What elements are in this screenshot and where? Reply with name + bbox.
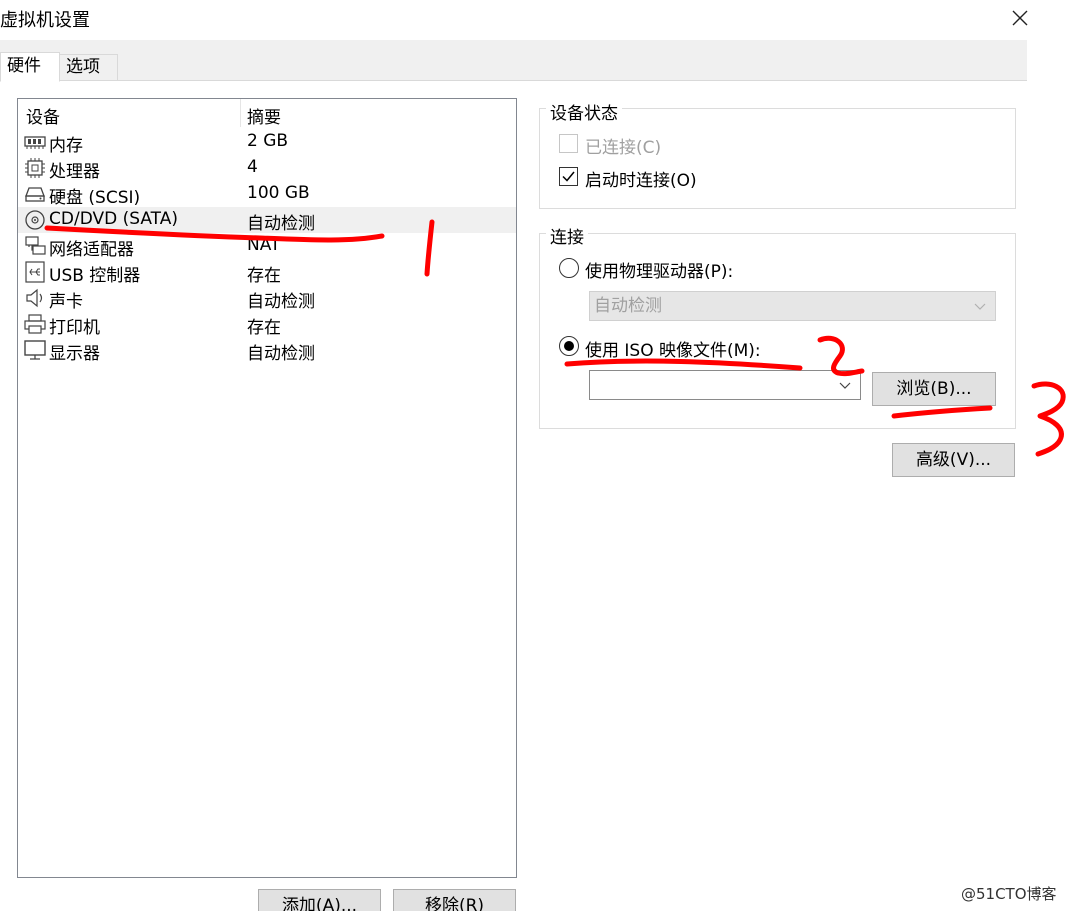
device-status-title: 设备状态	[546, 99, 622, 124]
device-summary: 自动检测	[247, 292, 315, 312]
device-row-cd-dvd[interactable]: CD/DVD (SATA) 自动检测	[18, 207, 516, 234]
device-row-display[interactable]: 显示器 自动检测	[18, 337, 516, 364]
cd-dvd-icon	[23, 209, 47, 231]
checkmark-icon	[562, 171, 575, 182]
chevron-down-icon[interactable]	[838, 371, 852, 399]
network-adapter-icon	[23, 235, 47, 257]
device-summary: 存在	[247, 266, 281, 286]
device-name: 打印机	[49, 318, 100, 338]
close-button[interactable]	[1006, 4, 1034, 32]
device-name: USB 控制器	[49, 266, 141, 286]
device-row-usb-controller[interactable]: USB 控制器 存在	[18, 259, 516, 286]
use-iso-image-radio[interactable]	[559, 336, 579, 356]
device-list-header: 设备 摘要	[18, 99, 516, 128]
device-summary: 自动检测	[247, 344, 315, 364]
printer-icon	[23, 313, 47, 335]
processor-icon	[23, 157, 47, 179]
close-icon	[1012, 10, 1028, 26]
window-title: 虚拟机设置	[0, 10, 90, 31]
usb-icon	[23, 261, 47, 283]
advanced-button[interactable]: 高级(V)...	[892, 443, 1015, 477]
use-physical-drive-radio[interactable]	[559, 258, 579, 278]
use-iso-image-label: 使用 ISO 映像文件(M):	[585, 341, 761, 361]
physical-drive-select[interactable]: 自动检测	[589, 291, 996, 321]
device-summary: 100 GB	[247, 183, 310, 203]
device-name: 显示器	[49, 344, 100, 364]
add-device-button[interactable]: 添加(A)...	[258, 889, 381, 911]
hard-disk-icon	[23, 183, 47, 205]
device-summary: 存在	[247, 318, 281, 338]
annotation-digit-3	[1031, 381, 1066, 457]
monitor-icon	[23, 339, 47, 361]
radio-dot	[564, 341, 574, 351]
connect-at-startup-checkbox[interactable]	[559, 167, 578, 186]
device-name: 网络适配器	[49, 240, 134, 260]
device-row-network-adapter[interactable]: 网络适配器 NAT	[18, 233, 516, 260]
iso-path-combobox[interactable]	[589, 370, 861, 400]
physical-drive-value: 自动检测	[594, 296, 662, 316]
device-name: 内存	[49, 136, 83, 156]
device-summary: 自动检测	[247, 214, 315, 234]
remove-device-button[interactable]: 移除(R)	[393, 889, 516, 911]
column-header-summary[interactable]: 摘要	[247, 103, 281, 128]
column-divider[interactable]	[240, 99, 241, 127]
column-header-device[interactable]: 设备	[26, 103, 60, 128]
connect-at-startup-label: 启动时连接(O)	[585, 171, 697, 191]
device-name: 处理器	[49, 162, 100, 182]
connected-checkbox[interactable]	[559, 134, 578, 153]
memory-icon	[23, 131, 47, 153]
device-row-sound-card[interactable]: 声卡 自动检测	[18, 285, 516, 312]
browse-button[interactable]: 浏览(B)...	[872, 372, 996, 406]
device-name: 声卡	[49, 292, 83, 312]
device-summary: 4	[247, 157, 258, 177]
use-physical-drive-label: 使用物理驱动器(P):	[585, 262, 734, 282]
speaker-icon	[23, 287, 47, 309]
tab-options[interactable]: 选项	[60, 54, 118, 81]
device-name: CD/DVD (SATA)	[49, 209, 178, 229]
device-list[interactable]: 设备 摘要 内存 2 GB 处理器 4 硬盘 (SCSI) 100 GB CD/…	[17, 98, 517, 878]
connected-label: 已连接(C)	[585, 138, 662, 158]
tab-bar: 硬件 选项	[0, 40, 1027, 82]
chevron-down-icon	[974, 303, 986, 310]
device-row-processor[interactable]: 处理器 4	[18, 155, 516, 182]
device-summary: 2 GB	[247, 131, 289, 151]
device-row-hard-disk[interactable]: 硬盘 (SCSI) 100 GB	[18, 181, 516, 208]
connection-title: 连接	[546, 223, 588, 248]
device-row-memory[interactable]: 内存 2 GB	[18, 129, 516, 156]
device-row-printer[interactable]: 打印机 存在	[18, 311, 516, 338]
tab-hardware[interactable]: 硬件	[0, 52, 60, 82]
device-name: 硬盘 (SCSI)	[49, 188, 141, 208]
watermark: @51CTO博客	[961, 885, 1057, 903]
device-summary: NAT	[247, 235, 281, 255]
